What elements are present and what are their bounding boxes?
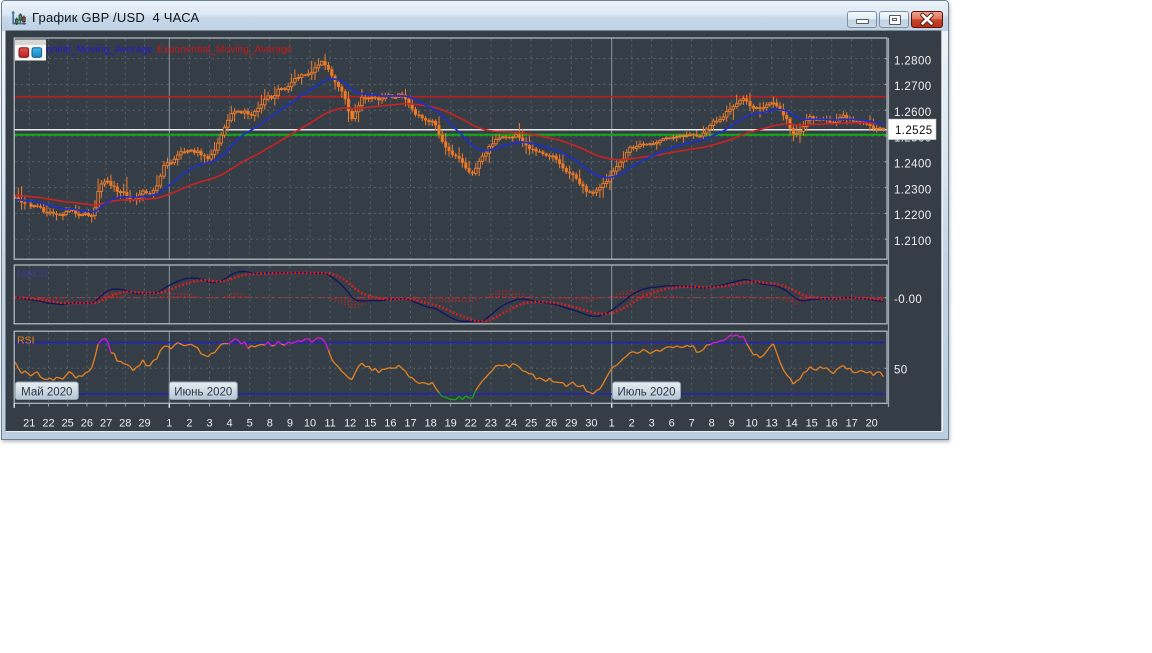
svg-text:MACD: MACD <box>17 268 48 280</box>
svg-text:21: 21 <box>23 418 35 430</box>
svg-text:10: 10 <box>304 418 316 430</box>
svg-text:RSI: RSI <box>17 335 35 347</box>
svg-text:26: 26 <box>81 418 93 430</box>
svg-text:20: 20 <box>866 418 878 430</box>
svg-text:23: 23 <box>485 418 497 430</box>
svg-text:25: 25 <box>525 418 537 430</box>
svg-text:11: 11 <box>324 418 335 430</box>
svg-text:3: 3 <box>649 418 655 430</box>
svg-text:Exponential_Moving_Average: Exponential_Moving_Average <box>157 45 293 56</box>
svg-text:16: 16 <box>826 418 838 430</box>
svg-text:12: 12 <box>344 418 356 430</box>
svg-text:1: 1 <box>166 418 172 430</box>
svg-text:50: 50 <box>894 365 908 377</box>
svg-text:22: 22 <box>465 418 477 430</box>
svg-text:22: 22 <box>42 418 54 430</box>
svg-text:29: 29 <box>138 418 150 430</box>
svg-text:Июль 2020: Июль 2020 <box>617 386 675 398</box>
svg-text:1.2700: 1.2700 <box>894 81 932 93</box>
svg-text:28: 28 <box>119 418 131 430</box>
svg-text:1.2525: 1.2525 <box>895 125 933 137</box>
svg-text:17: 17 <box>846 418 858 430</box>
svg-text:13: 13 <box>766 418 778 430</box>
svg-text:-0.00: -0.00 <box>894 294 922 306</box>
svg-text:25: 25 <box>62 418 74 430</box>
svg-text:Май 2020: Май 2020 <box>21 386 72 398</box>
svg-text:26: 26 <box>545 418 557 430</box>
svg-text:8: 8 <box>709 418 715 430</box>
svg-text:29: 29 <box>565 418 577 430</box>
svg-text:Июнь 2020: Июнь 2020 <box>174 386 232 398</box>
svg-text:1.2400: 1.2400 <box>894 159 932 171</box>
svg-text:8: 8 <box>267 418 273 430</box>
svg-text:17: 17 <box>404 418 416 430</box>
svg-text:27: 27 <box>100 418 112 430</box>
svg-text:9: 9 <box>729 418 735 430</box>
svg-text:9: 9 <box>287 418 293 430</box>
svg-text:18: 18 <box>424 418 436 430</box>
svg-text:10: 10 <box>746 418 758 430</box>
svg-text:1.2300: 1.2300 <box>894 184 932 196</box>
svg-text:15: 15 <box>364 418 376 430</box>
svg-text:3: 3 <box>206 418 212 430</box>
svg-text:7: 7 <box>689 418 695 430</box>
svg-text:5: 5 <box>247 418 253 430</box>
svg-text:1.2800: 1.2800 <box>894 55 932 67</box>
svg-text:2: 2 <box>629 418 635 430</box>
svg-text:30: 30 <box>585 418 597 430</box>
svg-text:19: 19 <box>445 418 457 430</box>
svg-text:2: 2 <box>186 418 192 430</box>
svg-text:6: 6 <box>669 418 675 430</box>
svg-text:15: 15 <box>806 418 818 430</box>
svg-text:1.2200: 1.2200 <box>894 210 932 222</box>
svg-text:24: 24 <box>505 418 517 430</box>
svg-text:1: 1 <box>609 418 615 430</box>
svg-text:16: 16 <box>384 418 396 430</box>
svg-text:1.2100: 1.2100 <box>894 236 932 248</box>
svg-text:1.2600: 1.2600 <box>894 107 932 119</box>
svg-text:14: 14 <box>786 418 798 430</box>
svg-text:4: 4 <box>227 418 233 430</box>
